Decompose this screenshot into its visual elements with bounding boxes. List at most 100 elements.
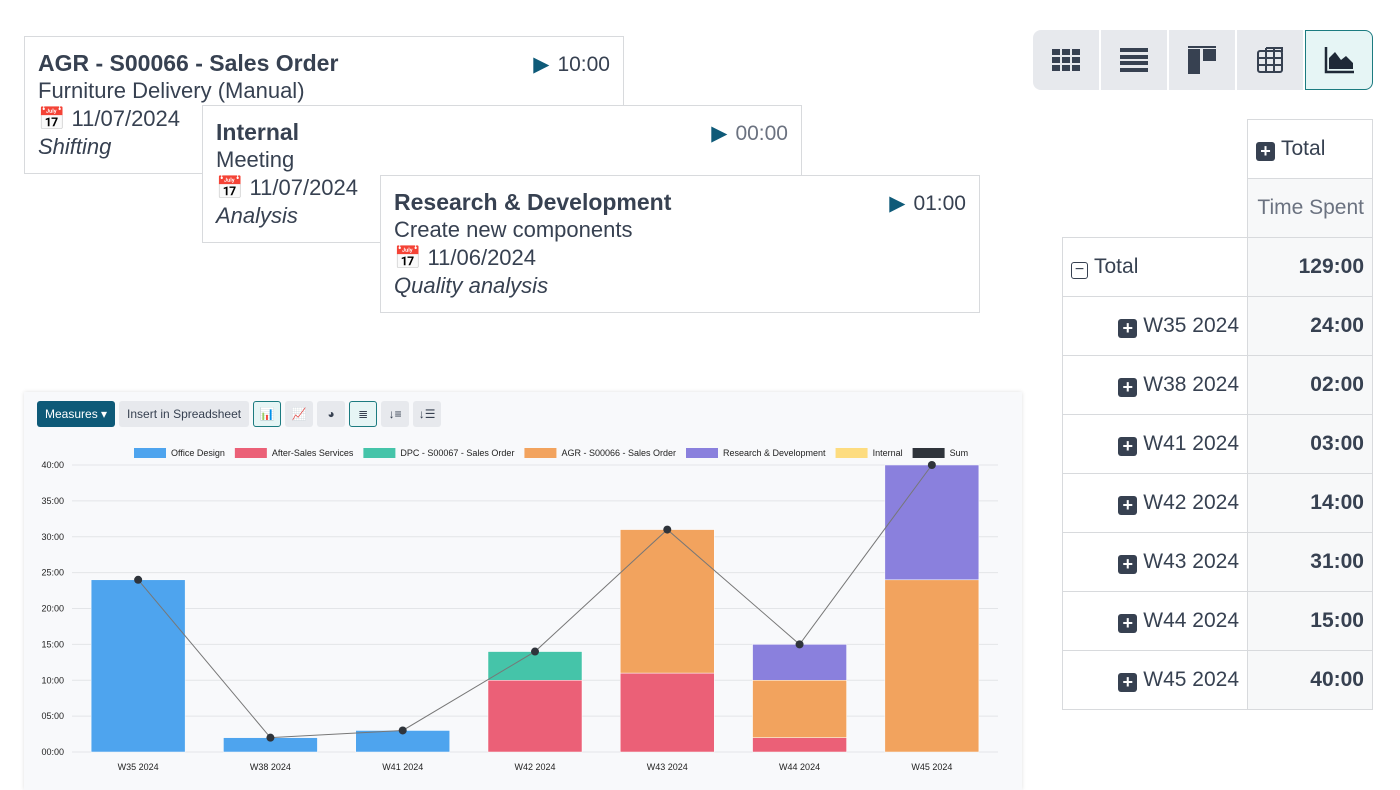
legend-label: AGR - S00066 - Sales Order bbox=[561, 448, 676, 458]
y-tick-label: 35:00 bbox=[41, 496, 64, 506]
x-tick-label: W43 2024 bbox=[647, 762, 688, 772]
legend-swatch bbox=[835, 448, 868, 458]
plus-icon: + bbox=[1118, 555, 1138, 574]
x-tick-label: W38 2024 bbox=[250, 762, 291, 772]
row-header[interactable]: + W35 2024 bbox=[1062, 296, 1248, 356]
sum-point bbox=[663, 525, 672, 534]
card-subtitle: Create new components bbox=[394, 217, 633, 242]
y-tick-label: 40:00 bbox=[41, 460, 64, 470]
x-tick-label: W42 2024 bbox=[514, 762, 555, 772]
graph-view-button[interactable] bbox=[1305, 30, 1373, 90]
timer[interactable]: ▶ 01:00 bbox=[889, 190, 966, 218]
bar-segment bbox=[620, 529, 715, 674]
grid-icon bbox=[1052, 49, 1080, 71]
card-subtitle: Furniture Delivery (Manual) bbox=[38, 78, 305, 103]
time-value: 01:00 bbox=[913, 192, 966, 215]
y-tick-label: 30:00 bbox=[41, 532, 64, 542]
legend-swatch bbox=[363, 448, 396, 458]
bar-segment bbox=[752, 680, 847, 738]
calendar-icon: 📅 bbox=[394, 245, 422, 270]
list-view-button[interactable] bbox=[1101, 30, 1167, 90]
row-value: 15:00 bbox=[1247, 591, 1373, 651]
legend-swatch bbox=[686, 448, 718, 458]
row-label: W43 2024 bbox=[1143, 550, 1239, 573]
card-title: Research & Development bbox=[394, 189, 672, 215]
pivot-row: + W45 2024 40:00 bbox=[1062, 650, 1373, 710]
bar-segment bbox=[620, 672, 715, 753]
row-label: W35 2024 bbox=[1143, 314, 1239, 337]
col-header-total[interactable]: + Total bbox=[1247, 119, 1373, 179]
gantt-view-button[interactable] bbox=[1169, 30, 1235, 90]
sum-point bbox=[531, 647, 539, 656]
legend-label: Sum bbox=[950, 448, 969, 458]
play-icon[interactable]: ▶ bbox=[889, 192, 905, 215]
x-tick-label: W41 2024 bbox=[382, 762, 423, 772]
y-tick-label: 25:00 bbox=[41, 568, 64, 578]
row-value: 14:00 bbox=[1247, 473, 1373, 533]
row-header[interactable]: + W41 2024 bbox=[1062, 414, 1248, 474]
pivot-row: + W35 2024 24:00 bbox=[1062, 296, 1373, 356]
row-value: 24:00 bbox=[1247, 296, 1373, 356]
sum-point bbox=[134, 575, 143, 584]
pivot-row: + W38 2024 02:00 bbox=[1062, 355, 1373, 415]
row-label: W44 2024 bbox=[1143, 609, 1239, 632]
measure-header[interactable]: Time Spent bbox=[1247, 178, 1373, 238]
row-value: 02:00 bbox=[1247, 355, 1373, 415]
kanban-view-button[interactable] bbox=[1033, 30, 1099, 90]
bar-segment bbox=[884, 579, 980, 753]
view-switcher bbox=[1033, 30, 1373, 90]
bar-segment bbox=[90, 579, 186, 753]
pivot-row: + W42 2024 14:00 bbox=[1062, 473, 1373, 533]
plus-icon: + bbox=[1118, 614, 1138, 633]
row-header[interactable]: + W38 2024 bbox=[1062, 355, 1248, 415]
row-header[interactable]: + W44 2024 bbox=[1062, 591, 1248, 651]
row-header[interactable]: + W42 2024 bbox=[1062, 473, 1248, 533]
plus-icon: + bbox=[1118, 437, 1138, 456]
row-header[interactable]: + W43 2024 bbox=[1062, 532, 1248, 592]
gantt-icon bbox=[1188, 46, 1216, 74]
area-chart-icon bbox=[1324, 47, 1354, 74]
timer[interactable]: ▶ 00:00 bbox=[711, 120, 788, 148]
bar-segment bbox=[752, 737, 847, 753]
x-tick-label: W45 2024 bbox=[911, 762, 952, 772]
y-tick-label: 10:00 bbox=[41, 675, 64, 685]
y-tick-label: 00:00 bbox=[41, 747, 64, 757]
y-tick-label: 20:00 bbox=[41, 604, 64, 614]
legend-label: Research & Development bbox=[723, 448, 826, 458]
row-header[interactable]: + W45 2024 bbox=[1062, 650, 1248, 710]
play-icon[interactable]: ▶ bbox=[533, 53, 549, 76]
plus-icon: + bbox=[1118, 319, 1138, 338]
bar-segment bbox=[487, 680, 583, 753]
legend-swatch bbox=[912, 448, 945, 458]
sum-point bbox=[398, 726, 407, 735]
minus-icon: − bbox=[1071, 262, 1088, 279]
row-value: 03:00 bbox=[1247, 414, 1373, 474]
header-label: Total bbox=[1281, 137, 1326, 160]
table-icon bbox=[1257, 47, 1283, 73]
activity-card[interactable]: Research & Development ▶ 01:00 Create new… bbox=[380, 175, 980, 313]
legend-label: Internal bbox=[873, 448, 903, 458]
bar-segment bbox=[752, 644, 847, 681]
card-title: AGR - S00066 - Sales Order bbox=[38, 50, 339, 76]
row-header-total[interactable]: − Total bbox=[1062, 237, 1248, 297]
row-label: W41 2024 bbox=[1143, 432, 1239, 455]
play-icon[interactable]: ▶ bbox=[711, 122, 727, 145]
y-tick-label: 15:00 bbox=[41, 639, 64, 649]
graph-panel: Measures ▾ Insert in Spreadsheet 📊 📈 ◕ ≣… bbox=[24, 392, 1022, 790]
legend-swatch bbox=[134, 448, 166, 458]
legend-swatch bbox=[234, 448, 267, 458]
time-value: 00:00 bbox=[735, 122, 788, 145]
x-tick-label: W44 2024 bbox=[779, 762, 820, 772]
card-title: Internal bbox=[216, 119, 300, 145]
stacked-bar-chart: 00:00 05:00 10:00 15:00 20:00 25:00 30:00 35:00… bbox=[41, 448, 998, 772]
pivot-row: + W44 2024 15:00 bbox=[1062, 591, 1373, 651]
pivot-view-button[interactable] bbox=[1237, 30, 1303, 90]
timer[interactable]: ▶ 10:00 bbox=[533, 51, 610, 79]
bar-segment bbox=[884, 464, 980, 581]
card-date: 11/06/2024 bbox=[427, 245, 537, 270]
list-icon bbox=[1120, 48, 1148, 72]
calendar-icon: 📅 bbox=[216, 175, 244, 200]
row-label: Total bbox=[1094, 255, 1139, 278]
card-date: 11/07/2024 bbox=[249, 175, 359, 200]
sum-point bbox=[927, 461, 936, 469]
